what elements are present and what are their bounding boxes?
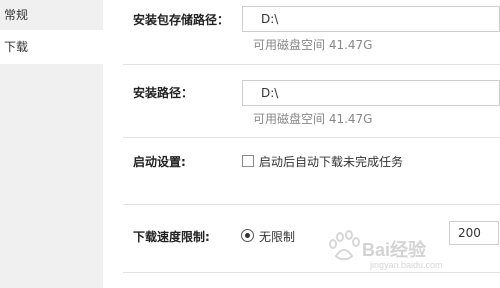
install-path-disk-space: 可用磁盘空间 41.47G bbox=[253, 112, 373, 126]
sidebar-item-download[interactable]: 下载 bbox=[0, 30, 103, 64]
watermark-logo: Bai经验 jingyan.baidu.com bbox=[322, 228, 492, 283]
watermark-url: jingyan.baidu.com bbox=[370, 260, 443, 270]
auto-download-checkbox[interactable] bbox=[242, 155, 254, 167]
auto-download-checkbox-label[interactable]: 启动后自动下载未完成任务 bbox=[259, 153, 403, 170]
settings-sidebar: 常规 下载 bbox=[0, 0, 103, 288]
package-path-disk-space: 可用磁盘空间 41.47G bbox=[253, 38, 373, 52]
unlimited-radio[interactable] bbox=[241, 229, 254, 242]
watermark-text: Bai经验 bbox=[362, 240, 427, 260]
speed-limit-label: 下载速度限制: bbox=[133, 230, 210, 244]
package-path-input[interactable] bbox=[242, 6, 500, 32]
install-path-label: 安装路径： bbox=[133, 86, 194, 100]
startup-settings-label: 启动设置: bbox=[133, 155, 186, 169]
divider bbox=[123, 204, 500, 205]
sidebar-item-general[interactable]: 常规 bbox=[0, 0, 103, 30]
package-path-label: 安装包存储路径： bbox=[133, 13, 230, 27]
install-path-input[interactable] bbox=[242, 80, 500, 106]
divider bbox=[123, 137, 500, 138]
divider bbox=[123, 64, 500, 65]
unlimited-radio-label[interactable]: 无限制 bbox=[259, 228, 295, 245]
